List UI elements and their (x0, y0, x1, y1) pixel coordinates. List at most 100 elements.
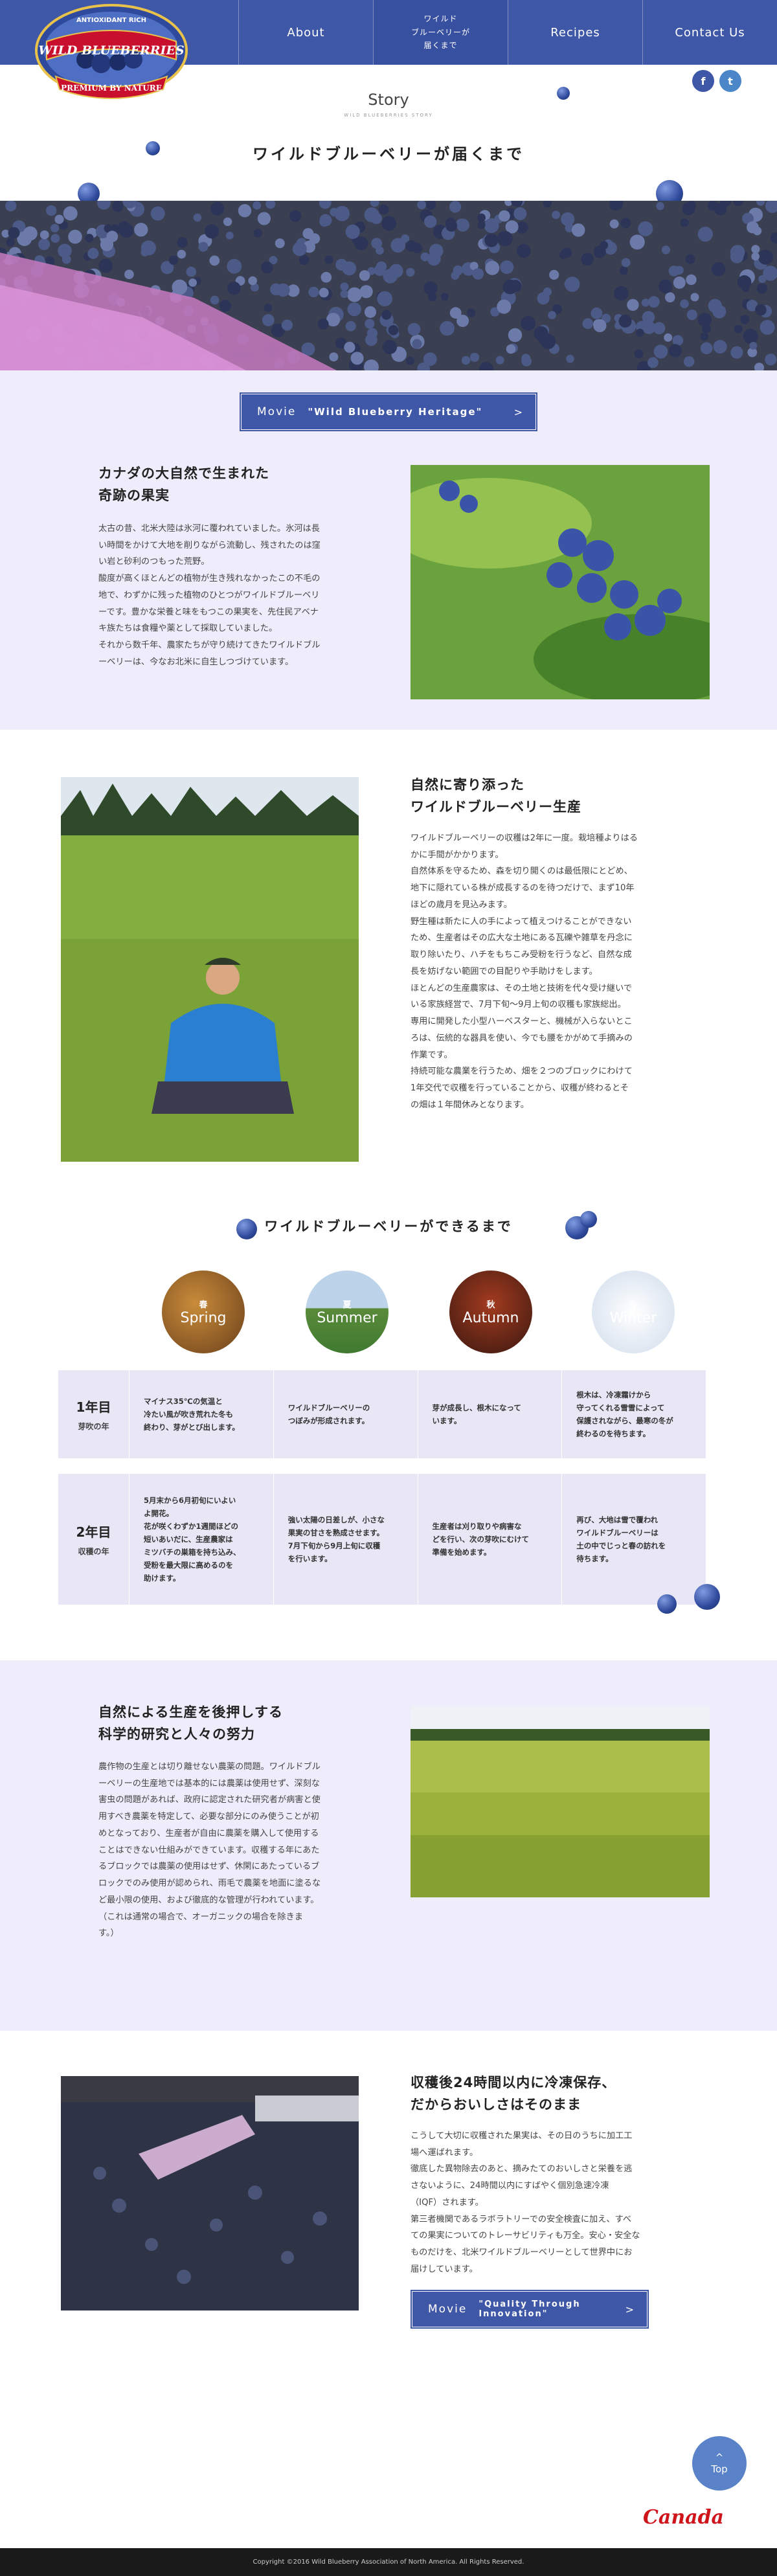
hero-berry (499, 210, 510, 222)
movie-heritage-button[interactable]: Movie "Wild Blueberry Heritage" > (240, 392, 537, 431)
hero-berry (5, 201, 17, 212)
chevron-up-icon: ^ (715, 2452, 724, 2463)
hero-berry (561, 247, 572, 258)
hero-berry (98, 258, 113, 273)
hero-berry (734, 324, 743, 333)
hero-berry (292, 242, 307, 256)
back-to-top-button[interactable]: ^ Top (692, 2436, 747, 2491)
year-header: 2年目 収穫の年 (58, 1474, 130, 1605)
hero-berry (319, 288, 329, 298)
hero-berry (253, 201, 262, 210)
twitter-icon[interactable]: t (719, 70, 741, 92)
hero-berry (485, 260, 500, 275)
movie-title: "Quality Through Innovation" (479, 2299, 581, 2319)
section2-title: 自然に寄り添った ワイルドブルーベリー生産 (411, 777, 581, 815)
hero-berry (614, 286, 629, 301)
season-spring: 春 Spring (162, 1271, 245, 1353)
hero-berry (253, 229, 262, 238)
hero-berry (345, 321, 356, 332)
hero-berry (248, 276, 258, 286)
hero-berry (264, 303, 273, 312)
hero-berry (381, 216, 397, 231)
hero-berry (749, 341, 758, 350)
hero-berry (112, 201, 124, 212)
hero-berry (668, 344, 682, 357)
hero-berry (302, 228, 314, 240)
hero-berry (417, 201, 426, 210)
hero-berry (427, 252, 441, 266)
hero-berry (85, 234, 94, 243)
hero-berry (466, 308, 476, 317)
section1-title: カナダの大自然で生まれた 奇跡の果実 (98, 466, 269, 503)
hero-berry (440, 321, 455, 336)
season-english: Summer (317, 1310, 377, 1326)
section4-body: こうして大切に収穫された果実は、その日のうちに加工工 場へ運ばれます。 徹底した… (411, 2131, 640, 2274)
hero-berry (345, 224, 360, 239)
hero-berry (238, 204, 252, 218)
nav-about[interactable]: About (238, 0, 373, 65)
hero-berry (342, 261, 357, 276)
hero-berry (566, 354, 574, 363)
top-label: Top (711, 2463, 728, 2475)
hero-berry (347, 302, 361, 317)
facebook-icon[interactable]: f (692, 70, 714, 92)
hero-berry (205, 224, 220, 239)
hero-berry (225, 231, 234, 240)
hero-berry (461, 356, 471, 365)
nav-story[interactable]: ワイルド ブルーベリーが 届くまで (373, 0, 508, 65)
hero-berry (751, 245, 760, 254)
hero-berry (521, 315, 536, 331)
hero-berry (324, 255, 333, 264)
hero-berry (227, 258, 242, 274)
wild-blueberries-logo[interactable]: WILD BLUEBERRIES ANTIOXIDANT RICH PREMIU… (34, 0, 189, 110)
year-cell: 芽が成長し、根木になって います。 (418, 1370, 563, 1458)
hero-berry (549, 269, 559, 280)
hero-berry (758, 249, 774, 265)
hero-berry (262, 314, 275, 326)
hero-berry (257, 212, 271, 225)
movie-quality-button[interactable]: Movie "Quality Through Innovation" > (411, 2290, 649, 2329)
year-sub: 芽吹の年 (78, 1422, 109, 1431)
hero-berry (366, 328, 378, 339)
year-cell: 生産者は刈り取りや病害な どを行い、次の芽吹にむけて 準備を始めます。 (418, 1474, 563, 1605)
hero-berry (423, 281, 438, 295)
year-cell: ワイルドブルーベリーの つぼみが形成されます。 (274, 1370, 418, 1458)
hero-berry (591, 307, 603, 319)
hero-berry (648, 296, 660, 308)
hero-berry (177, 249, 186, 259)
hero-berry (451, 271, 460, 280)
hero-berry (656, 202, 664, 210)
nav-contact[interactable]: Contact Us (642, 0, 777, 65)
hero-berry (177, 237, 188, 248)
hero-berry (406, 356, 415, 365)
hero-berry (740, 315, 750, 324)
season-kanji: 春 (199, 1300, 208, 1310)
hero-berry (340, 289, 348, 299)
hero-berry (63, 206, 78, 221)
hero-berry (755, 304, 767, 316)
hero-berry (593, 319, 603, 330)
hero-berry (686, 274, 697, 286)
hero-berry (134, 223, 148, 237)
page-title: ワイルドブルーベリーが届くまで (253, 145, 524, 163)
hero-berry (406, 267, 415, 277)
hero-berry (87, 247, 99, 259)
logo-main-text: WILD BLUEBERRIES (38, 43, 184, 58)
section1-body: 太古の昔、北米大陸は氷河に覆われていました。氷河は長 い時間をかけて大地を削りな… (98, 524, 321, 667)
hero-berry (686, 310, 697, 321)
hero-berry (456, 218, 466, 229)
hero-berry (619, 266, 628, 275)
hero-berry (289, 210, 302, 222)
berry-decoration (146, 141, 160, 155)
hero-berry (412, 339, 422, 349)
hero-berry (308, 286, 319, 298)
hero-berry (449, 201, 462, 213)
hero-berry (219, 300, 232, 312)
hero-berry (495, 356, 504, 365)
hero-berry (659, 279, 673, 294)
hero-berry (376, 261, 387, 272)
hero-berry (685, 254, 695, 264)
hero-berry (317, 319, 329, 330)
nav-recipes[interactable]: Recipes (508, 0, 642, 65)
hero-berry (168, 255, 179, 265)
